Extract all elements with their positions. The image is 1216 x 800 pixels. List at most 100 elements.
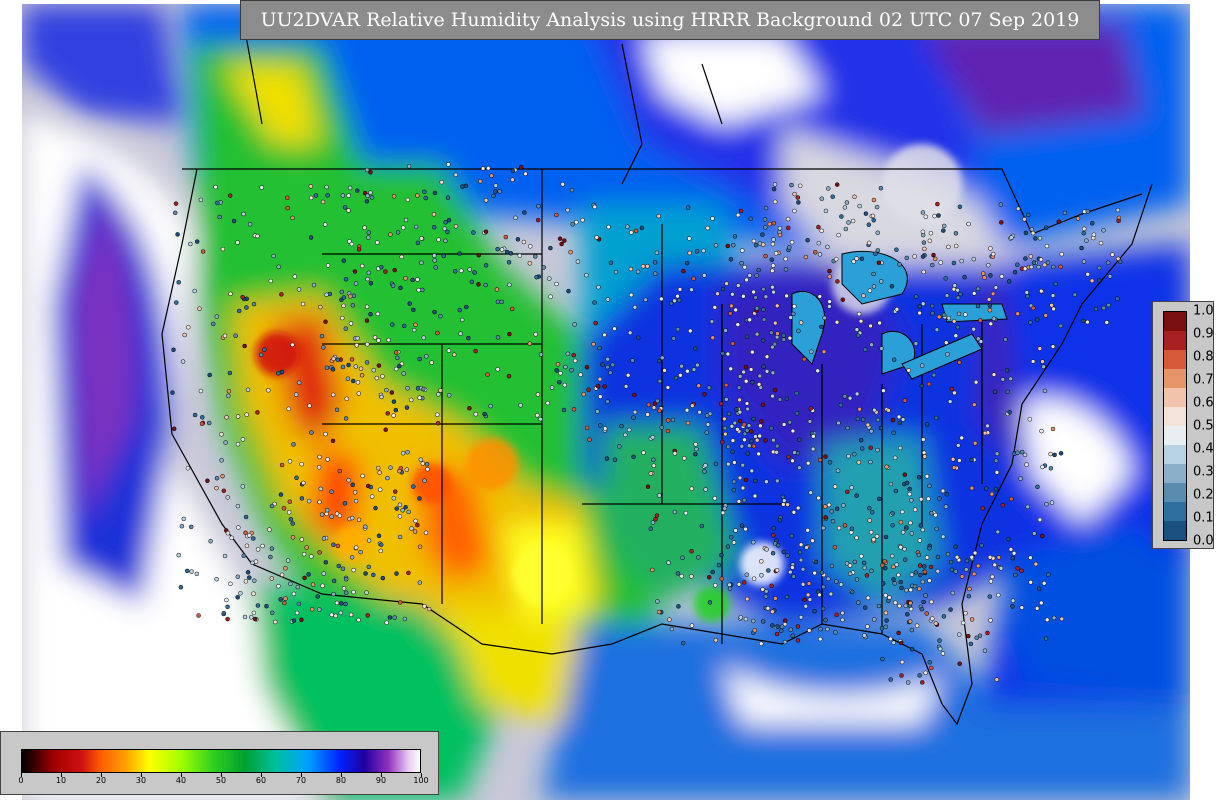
station-marker: [737, 475, 743, 481]
station-marker: [940, 534, 946, 539]
station-marker: [854, 535, 859, 541]
station-marker: [988, 273, 993, 278]
station-marker: [744, 277, 749, 283]
station-marker: [720, 351, 725, 356]
station-marker: [413, 322, 418, 328]
station-marker: [777, 232, 783, 238]
station-marker: [319, 512, 325, 517]
station-marker: [898, 519, 904, 525]
station-marker: [225, 616, 230, 622]
station-marker: [1033, 236, 1038, 241]
station-marker: [194, 239, 200, 244]
station-marker: [740, 248, 745, 253]
station-marker: [341, 295, 347, 300]
station-marker: [1022, 266, 1028, 271]
station-marker: [772, 182, 778, 187]
station-marker: [1096, 277, 1102, 283]
station-marker: [1051, 615, 1057, 621]
station-marker: [684, 260, 690, 266]
station-marker: [770, 609, 775, 614]
station-marker: [830, 518, 836, 524]
station-marker: [409, 526, 414, 531]
station-marker: [519, 165, 524, 170]
station-marker: [967, 586, 972, 592]
station-marker: [784, 293, 789, 299]
station-marker: [730, 341, 736, 346]
station-marker: [491, 193, 496, 199]
station-marker: [1046, 572, 1051, 577]
station-marker: [957, 458, 962, 463]
station-marker: [973, 379, 979, 385]
station-marker: [1050, 344, 1056, 349]
station-marker: [198, 388, 204, 394]
station-marker: [975, 286, 981, 292]
station-marker: [238, 591, 243, 596]
station-marker: [1051, 306, 1056, 312]
station-marker: [928, 230, 934, 236]
station-marker: [345, 376, 351, 381]
station-marker: [751, 289, 756, 295]
station-marker: [413, 518, 418, 524]
station-marker: [572, 358, 578, 364]
station-marker: [703, 463, 708, 468]
station-marker: [518, 403, 523, 408]
station-marker: [817, 294, 823, 299]
station-marker: [380, 575, 386, 581]
station-marker: [1034, 606, 1040, 611]
station-marker: [433, 265, 438, 270]
station-marker: [563, 364, 568, 370]
station-marker: [279, 369, 285, 375]
station-marker: [778, 628, 784, 633]
station-marker: [914, 623, 920, 628]
station-marker: [304, 545, 309, 550]
station-marker: [366, 564, 372, 570]
station-marker: [693, 442, 698, 447]
station-marker: [739, 523, 745, 528]
station-marker: [344, 396, 349, 402]
station-colorbar-segment: [1164, 407, 1186, 426]
station-marker: [867, 518, 872, 523]
station-marker: [762, 217, 768, 222]
station-marker: [495, 367, 500, 372]
station-marker: [676, 604, 681, 609]
station-marker: [1003, 337, 1008, 342]
station-marker: [269, 503, 275, 509]
station-marker: [796, 328, 801, 334]
station-marker: [743, 364, 749, 370]
station-marker: [758, 423, 763, 429]
station-marker: [1015, 206, 1021, 211]
station-marker: [770, 241, 776, 247]
station-marker: [268, 278, 274, 284]
station-marker: [330, 438, 336, 444]
station-marker: [240, 484, 246, 489]
station-marker: [826, 186, 831, 191]
station-marker: [245, 387, 251, 393]
station-marker: [1035, 484, 1040, 490]
station-marker: [931, 372, 937, 378]
station-marker: [538, 352, 544, 357]
station-marker: [881, 388, 886, 393]
station-colorbar-segment: [1164, 388, 1186, 407]
station-marker: [384, 387, 389, 393]
station-marker: [377, 470, 382, 475]
station-marker: [839, 214, 844, 219]
station-marker: [763, 438, 768, 443]
station-marker: [935, 201, 940, 207]
station-marker: [172, 210, 178, 216]
station-marker: [1041, 364, 1046, 369]
station-marker: [392, 615, 397, 620]
station-marker: [957, 204, 963, 210]
station-marker: [808, 490, 813, 495]
station-marker: [196, 613, 201, 618]
station-marker: [741, 369, 746, 375]
station-marker: [770, 550, 776, 556]
station-marker: [359, 263, 365, 269]
station-marker: [836, 525, 842, 531]
station-marker: [317, 607, 322, 612]
station-marker: [364, 360, 370, 365]
rh-colorbar-tick: [341, 773, 342, 777]
station-marker: [349, 555, 355, 560]
station-marker: [457, 251, 462, 256]
station-marker: [950, 457, 956, 462]
station-marker: [1010, 598, 1016, 603]
